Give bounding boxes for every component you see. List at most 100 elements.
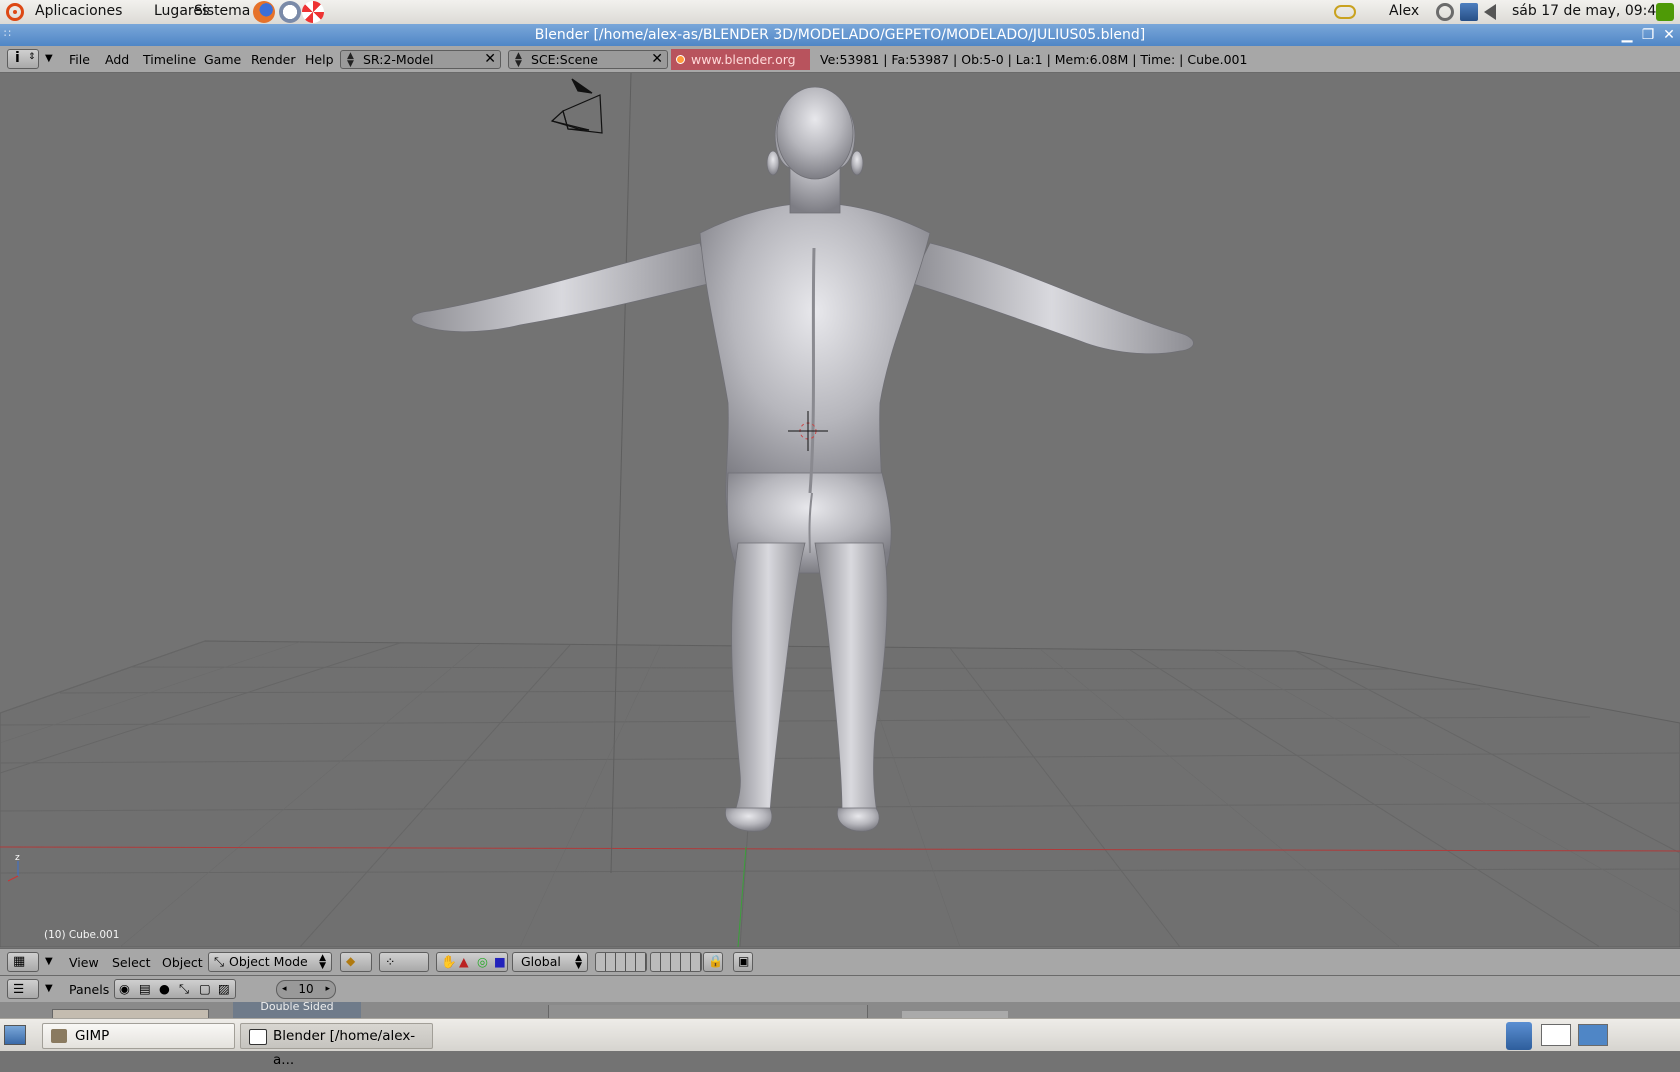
object-mode-icon: ⤡ (214, 954, 225, 969)
gnome-bottom-panel: GIMP Blender [/home/alex-a... (0, 1018, 1680, 1068)
logic-icon[interactable]: ◉ (119, 981, 130, 996)
updown-icon: ⇕ (28, 52, 36, 62)
workspace-1[interactable] (1541, 1024, 1571, 1046)
menu-render[interactable]: Render (251, 52, 296, 67)
search-icon[interactable] (1436, 3, 1454, 21)
script-icon[interactable]: ▤ (139, 981, 151, 996)
updown-icon[interactable]: ▲ ▼ (515, 52, 522, 69)
mode-dropdown[interactable]: ⤡ Object Mode ▲ ▼ (208, 952, 332, 972)
orientation-dropdown[interactable]: Global ▲ ▼ (512, 952, 588, 972)
axis-z-label: z (15, 853, 20, 863)
menu-view[interactable]: View (69, 955, 99, 970)
window-title: Blender [/home/alex-as/BLENDER 3D/MODELA… (534, 27, 1146, 43)
frame-number-field[interactable]: ◂ 10 ▸ (276, 980, 336, 999)
buttons-window-type[interactable]: ☰ (7, 979, 39, 999)
context-buttons[interactable]: ◉ ▤ ● ⤡ ▢ ▨ (114, 979, 236, 999)
window-type-button[interactable]: i ⇕ (7, 49, 39, 69)
updown-icon[interactable]: ▲ ▼ (347, 52, 354, 69)
user-name[interactable]: Alex (1389, 3, 1419, 19)
menu-object[interactable]: Object (162, 955, 203, 970)
menu-sistema[interactable]: Sistema (194, 3, 250, 19)
view-type-button[interactable]: ▦ (7, 952, 39, 972)
workspace-2[interactable] (1578, 1024, 1608, 1046)
panels-label: Panels (69, 982, 110, 997)
layer-buttons-2[interactable] (650, 952, 702, 972)
menu-timeline[interactable]: Timeline (143, 52, 196, 67)
screen-name[interactable]: SR:2-Model (363, 52, 433, 67)
updown-icon: ▲ ▼ (575, 953, 582, 971)
decrement-icon[interactable]: ◂ (282, 981, 287, 998)
translate-icon[interactable]: ▲ (459, 954, 469, 969)
screen-selector[interactable]: ▲ ▼ SR:2-Model ✕ (340, 50, 501, 69)
clock[interactable]: sáb 17 de may, 09:41 (1512, 3, 1665, 19)
pivot-button[interactable]: ⁘ (379, 952, 429, 972)
scene-icon[interactable]: ▨ (218, 981, 230, 996)
grid-icon: ▦ (13, 954, 26, 969)
scene-selector[interactable]: ▲ ▼ SCE:Scene ✕ (508, 50, 668, 69)
menu-game[interactable]: Game (204, 52, 241, 67)
show-desktop-icon[interactable] (4, 1025, 26, 1045)
delete-screen-icon[interactable]: ✕ (484, 51, 496, 68)
frame-number: 10 (298, 982, 314, 996)
layer-buttons-1[interactable] (595, 952, 647, 972)
keyring-icon[interactable] (1334, 5, 1356, 19)
collapse-triangle-icon[interactable]: ▼ (45, 983, 53, 994)
pivot-icon: ⁘ (385, 954, 396, 969)
hand-icon[interactable]: ✋ (441, 954, 457, 970)
menu-add[interactable]: Add (105, 52, 129, 67)
mail-icon[interactable] (279, 1, 301, 23)
double-sided-button[interactable]: Double Sided (233, 1002, 361, 1018)
help-icon[interactable] (302, 1, 324, 23)
menu-select[interactable]: Select (112, 955, 151, 970)
active-object-label: (10) Cube.001 (44, 929, 120, 941)
menu-help[interactable]: Help (305, 52, 334, 67)
updown-icon: ▲ ▼ (319, 953, 326, 971)
shading-icon[interactable]: ● (159, 981, 170, 996)
mode-value: Object Mode (229, 954, 308, 969)
gimp-icon (51, 1029, 67, 1043)
rotate-icon[interactable]: ◎ (477, 954, 488, 969)
render-preview-button[interactable]: ▣ (733, 952, 753, 972)
scene-stats: Ve:53981 | Fa:53987 | Ob:5-0 | La:1 | Me… (820, 52, 1248, 67)
menu-aplicaciones[interactable]: Aplicaciones (35, 3, 122, 19)
delete-scene-icon[interactable]: ✕ (651, 51, 663, 68)
render-icon: ▣ (738, 954, 750, 968)
minimize-icon[interactable]: ▁ (1619, 27, 1635, 43)
firefox-icon[interactable] (253, 1, 275, 23)
viewport-scene: z (0, 73, 1680, 947)
scene-name[interactable]: SCE:Scene (531, 52, 598, 67)
menu-file[interactable]: File (69, 52, 90, 67)
lock-icon: 🔒 (708, 954, 723, 968)
3d-view-header: ▦ ▼ View Select Object ⤡ Object Mode ▲ ▼ … (0, 948, 1680, 976)
scale-icon[interactable]: ■ (494, 954, 506, 969)
object-icon[interactable]: ⤡ (179, 981, 189, 997)
volume-icon[interactable] (1484, 4, 1496, 20)
draw-type-button[interactable]: ◆ (340, 952, 372, 972)
panel-slider[interactable] (902, 1011, 1008, 1018)
task-gimp[interactable]: GIMP (42, 1023, 235, 1049)
window-title-bar[interactable]: ∷ Blender [/home/alex-as/BLENDER 3D/MODE… (0, 24, 1680, 46)
session-icon[interactable] (1656, 3, 1674, 21)
ubuntu-logo-icon[interactable] (6, 3, 24, 21)
collapse-triangle-icon[interactable]: ▼ (45, 53, 53, 64)
lock-layer-button[interactable]: 🔒 (703, 952, 723, 972)
panel-area (548, 1005, 868, 1018)
close-icon[interactable]: ✕ (1661, 27, 1677, 43)
increment-icon[interactable]: ▸ (325, 981, 330, 998)
editing-icon[interactable]: ▢ (199, 981, 211, 996)
network-icon[interactable] (1460, 3, 1478, 21)
info-header: i ⇕ ▼ File Add Timeline Game Render Help… (0, 46, 1680, 88)
trash-icon[interactable] (1506, 1022, 1532, 1050)
blender-url-button[interactable]: www.blender.org 245 (671, 49, 810, 88)
maximize-icon[interactable]: ❐ (1640, 27, 1656, 43)
window-icon (249, 1029, 267, 1045)
gnome-top-panel: Aplicaciones Lugares Sistema Alex sáb 17… (0, 0, 1680, 25)
task-gimp-label: GIMP (75, 1028, 110, 1044)
task-blender[interactable]: Blender [/home/alex-a... (240, 1023, 433, 1068)
orientation-value: Global (521, 954, 561, 969)
buttons-header: ☰ ▼ Panels ◉ ▤ ● ⤡ ▢ ▨ ◂ 10 ▸ (0, 976, 1680, 1003)
collapse-triangle-icon[interactable]: ▼ (45, 956, 53, 967)
camera-object (550, 78, 603, 134)
3d-viewport[interactable]: z (10) Cube.001 (0, 73, 1680, 947)
manipulator-buttons[interactable]: ✋ ▲ ◎ ■ (436, 952, 508, 972)
